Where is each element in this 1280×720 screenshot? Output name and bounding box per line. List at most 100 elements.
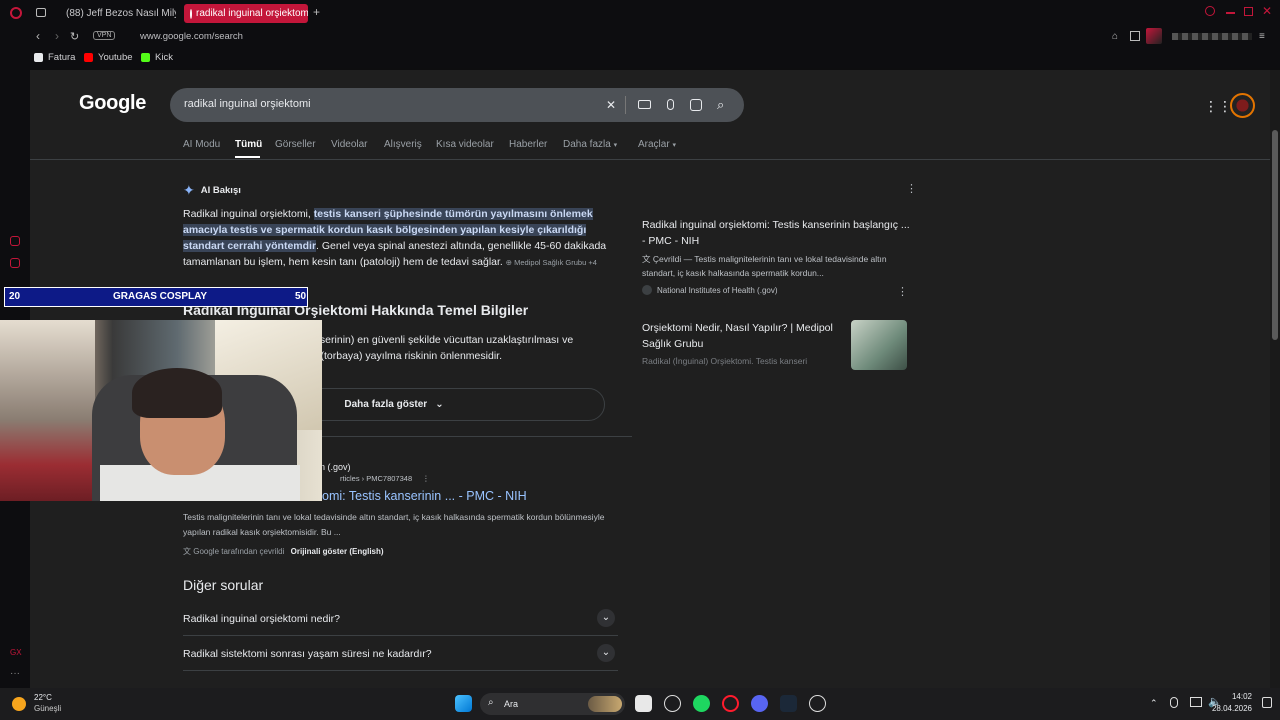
forward-button[interactable]: ›	[55, 29, 59, 43]
google-apps-icon[interactable]: ⋮⋮	[1204, 98, 1232, 115]
source-title-link[interactable]: Orşiektomi Nedir, Nasıl Yapılır? | Medip…	[642, 320, 842, 352]
tab-label: radikal inguinal orşiektomi - G	[196, 8, 308, 19]
page-scrollbar[interactable]	[1270, 70, 1280, 688]
clear-search-icon[interactable]: ✕	[606, 98, 616, 112]
overlay-right-number: 50	[295, 291, 307, 302]
tab-news[interactable]: Haberler	[509, 139, 547, 150]
search-input[interactable]: radikal inguinal orşiektomi	[184, 98, 311, 110]
steam-icon[interactable]	[780, 695, 797, 712]
tab-youtube[interactable]: (88) Jeff Bezos Nasıl Milyo	[56, 4, 176, 23]
result-site-name[interactable]: n (.gov)	[320, 462, 351, 472]
bookmark-label: Youtube	[98, 52, 133, 63]
chevron-down-icon: ▾	[613, 142, 618, 149]
ai-overview-menu-icon[interactable]: ⋮	[906, 182, 917, 195]
tab-videos[interactable]: Videolar	[331, 139, 368, 150]
chevron-down-icon: ▾	[672, 142, 676, 149]
divider	[30, 159, 1270, 160]
search-icon: ⌕	[488, 697, 494, 708]
source-chip[interactable]: ⊕ Medipol Sağlık Grubu +4	[506, 258, 597, 267]
result-url[interactable]: rticles › PMC7807348 ⋮	[340, 474, 430, 483]
new-tab-button[interactable]: +	[313, 5, 320, 19]
browser-menu-icon[interactable]: ≡	[1259, 31, 1265, 42]
search-box[interactable]: radikal inguinal orşiektomi ✕ ⌕	[170, 88, 744, 122]
active-tab-indicator	[235, 156, 260, 158]
vpn-badge[interactable]: VPN	[93, 31, 116, 40]
tab-short-videos[interactable]: Kısa videolar	[436, 139, 494, 150]
google-icon	[190, 8, 192, 19]
bookmark-youtube[interactable]: Youtube	[84, 52, 133, 63]
app-icon[interactable]	[664, 695, 681, 712]
google-logo[interactable]: Google	[79, 92, 146, 115]
tab-images[interactable]: Görseller	[275, 139, 316, 150]
chevron-up-icon[interactable]: ⌃	[1150, 698, 1158, 709]
keyboard-icon[interactable]	[638, 100, 651, 109]
paa-question[interactable]: Radikal inguinal orşiektomi nedir? ⌄	[183, 601, 618, 636]
close-window-button[interactable]: ✕	[1262, 4, 1272, 18]
bookmark-kick[interactable]: Kick	[141, 52, 173, 63]
tab-all[interactable]: Tümü	[235, 139, 262, 150]
webcam-overlay	[0, 320, 322, 501]
result-snippet: Testis malignitelerinin tanı ve lokal te…	[183, 512, 605, 537]
tab-label: (88) Jeff Bezos Nasıl Milyo	[66, 8, 176, 19]
search-icon[interactable]: ⌕	[717, 97, 724, 113]
opera-logo-icon[interactable]	[10, 7, 22, 19]
sidebar-ai-icon[interactable]	[10, 236, 20, 246]
discord-icon[interactable]	[751, 695, 768, 712]
paa-heading: Diğer sorular	[183, 577, 264, 593]
translation-note: 文 Google tarafından çevrildi Orijinali g…	[183, 547, 384, 556]
sidebar-gx-icon[interactable]: GX	[10, 648, 22, 658]
ai-overview-title: ✦ AI Bakışı	[183, 182, 241, 199]
extension-icons[interactable]: ⌂	[1112, 28, 1262, 44]
source-thumbnail[interactable]	[851, 320, 907, 370]
google-lens-icon[interactable]	[690, 99, 702, 111]
clock-date[interactable]: 28.04.2026	[1200, 704, 1252, 713]
youtube-icon	[84, 53, 93, 62]
maximize-button[interactable]	[1244, 7, 1253, 16]
ai-overview-label: AI Bakışı	[200, 185, 241, 196]
taskbar-search[interactable]: ⌕ Ara	[480, 693, 625, 715]
sidebar-bag-icon[interactable]	[10, 258, 20, 268]
source-title-link[interactable]: Radikal inguinal orşiektomi: Testis kans…	[642, 217, 912, 249]
account-avatar[interactable]	[1230, 93, 1255, 118]
chevron-down-icon[interactable]: ⌄	[597, 644, 615, 662]
sidebar-more-icon[interactable]: ···	[10, 668, 20, 679]
tab-ai-mode[interactable]: AI Modu	[183, 139, 220, 150]
bookmark-label: Fatura	[48, 52, 76, 63]
chevron-down-icon: ⌄	[435, 399, 444, 410]
task-view-icon[interactable]	[635, 695, 652, 712]
opera-gx-icon[interactable]	[722, 695, 739, 712]
minimize-button[interactable]	[1226, 12, 1235, 14]
source-menu-icon[interactable]: ⋮	[897, 285, 908, 298]
ai-sources-panel: Radikal inguinal orşiektomi: Testis kans…	[632, 207, 917, 447]
sparkle-icon: ✦	[183, 182, 195, 198]
app-icon[interactable]	[809, 695, 826, 712]
tab-google-search[interactable]: radikal inguinal orşiektomi - G	[184, 4, 308, 23]
source-site[interactable]: National Institutes of Health (.gov)	[642, 285, 778, 295]
start-button[interactable]	[455, 695, 472, 712]
reload-button[interactable]: ↻	[70, 30, 79, 43]
result-title-link[interactable]: omi: Testis kanserinin ... - PMC - NIH	[322, 489, 527, 503]
microphone-icon[interactable]	[1170, 697, 1178, 708]
kick-icon	[141, 53, 150, 62]
translate-icon: 文	[642, 254, 651, 264]
browser-tab-bar: (88) Jeff Bezos Nasıl Milyo radikal ingu…	[0, 0, 1280, 26]
paa-question[interactable]: Radikal sistektomi sonrası yaşam süresi …	[183, 636, 618, 671]
tab-tools[interactable]: Araçlar ▾	[638, 139, 676, 150]
microphone-icon[interactable]	[667, 99, 674, 110]
site-favicon-icon	[642, 285, 652, 295]
source-description: Radikal (İnguinal) Orşiektomi. Testis ka…	[642, 356, 808, 366]
clock-time[interactable]: 14:02	[1222, 692, 1252, 701]
tab-menu-icon[interactable]	[36, 8, 46, 17]
notifications-icon[interactable]	[1262, 697, 1272, 708]
back-button[interactable]: ‹	[36, 29, 40, 43]
url-field[interactable]: www.google.com/search	[140, 31, 243, 42]
spotify-icon[interactable]	[693, 695, 710, 712]
address-bar-row: ‹ › ↻ VPN www.google.com/search ⌂ ≡	[0, 26, 1280, 48]
bookmark-fatura[interactable]: Fatura	[34, 52, 75, 63]
tab-shopping[interactable]: Alışveriş	[384, 139, 422, 150]
tab-more[interactable]: Daha fazla ▾	[563, 139, 617, 150]
show-original-link[interactable]: Orijinali göster (English)	[291, 547, 384, 556]
search-highlight-image	[588, 696, 622, 712]
search-tabs-icon[interactable]	[1205, 6, 1215, 16]
chevron-down-icon[interactable]: ⌄	[597, 609, 615, 627]
